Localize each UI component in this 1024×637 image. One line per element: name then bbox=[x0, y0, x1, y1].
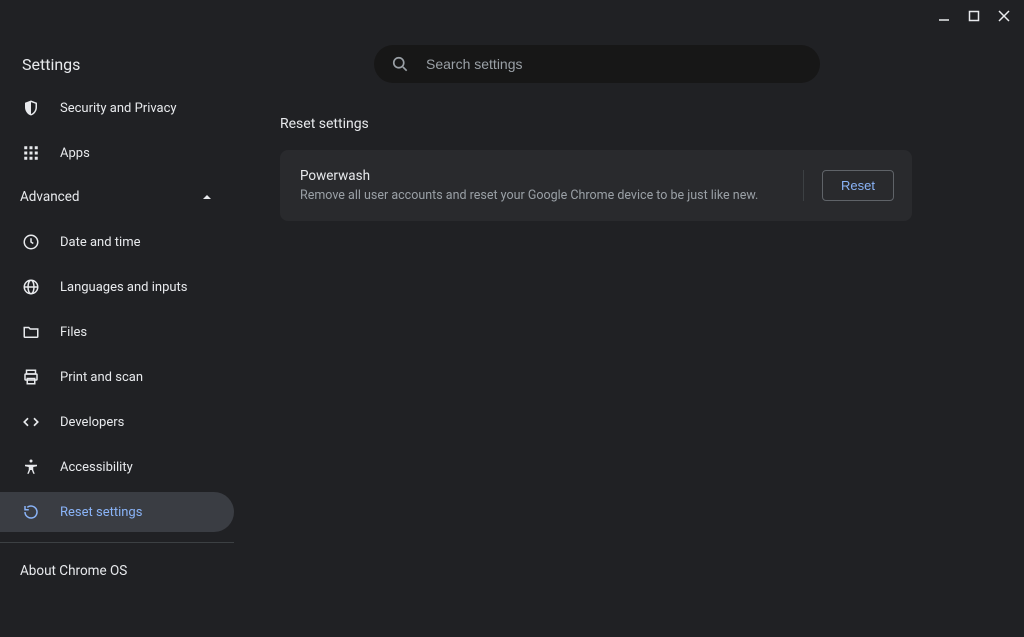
sidebar-item-label: Files bbox=[60, 325, 87, 340]
sidebar-item-label: Accessibility bbox=[60, 460, 133, 475]
minimize-button[interactable] bbox=[936, 8, 952, 24]
search-icon bbox=[390, 54, 410, 74]
divider bbox=[0, 542, 234, 543]
apps-grid-icon bbox=[22, 144, 40, 162]
card-description: Remove all user accounts and reset your … bbox=[300, 188, 758, 203]
sidebar-item-developers[interactable]: Developers bbox=[0, 402, 234, 442]
sidebar-item-label: Developers bbox=[60, 415, 124, 430]
sidebar-item-files[interactable]: Files bbox=[0, 312, 234, 352]
sidebar-item-label: About Chrome OS bbox=[20, 563, 127, 579]
search-box[interactable] bbox=[374, 45, 820, 83]
section-header-label: Advanced bbox=[20, 189, 80, 205]
page-title: Settings bbox=[22, 55, 80, 74]
sidebar-item-languages[interactable]: Languages and inputs bbox=[0, 267, 234, 307]
shield-icon bbox=[22, 99, 40, 117]
advanced-section-toggle[interactable]: Advanced bbox=[0, 178, 234, 216]
print-icon bbox=[22, 368, 40, 386]
sidebar-item-security-privacy[interactable]: Security and Privacy bbox=[0, 88, 234, 128]
sidebar-item-apps[interactable]: Apps bbox=[0, 133, 234, 173]
maximize-button[interactable] bbox=[966, 8, 982, 24]
globe-icon bbox=[22, 278, 40, 296]
content-area: Reset settings Powerwash Remove all user… bbox=[280, 116, 912, 221]
sidebar-item-date-time[interactable]: Date and time bbox=[0, 222, 234, 262]
sidebar-item-reset-settings[interactable]: Reset settings bbox=[0, 492, 234, 532]
sidebar-item-label: Date and time bbox=[60, 235, 141, 250]
chevron-up-icon bbox=[202, 192, 212, 202]
sidebar-item-label: Apps bbox=[60, 146, 90, 161]
clock-icon bbox=[22, 233, 40, 251]
section-title: Reset settings bbox=[280, 116, 912, 132]
accessibility-icon bbox=[22, 458, 40, 476]
sidebar-item-accessibility[interactable]: Accessibility bbox=[0, 447, 234, 487]
folder-icon bbox=[22, 323, 40, 341]
search-input[interactable] bbox=[426, 56, 804, 72]
reset-button[interactable]: Reset bbox=[822, 170, 894, 201]
card-title: Powerwash bbox=[300, 168, 758, 184]
close-button[interactable] bbox=[996, 8, 1012, 24]
sidebar-item-label: Print and scan bbox=[60, 370, 143, 385]
sidebar-item-label: Languages and inputs bbox=[60, 280, 188, 295]
sidebar-item-label: Security and Privacy bbox=[60, 101, 177, 116]
code-icon bbox=[22, 413, 40, 431]
sidebar: Security and Privacy Apps Advanced Date … bbox=[0, 88, 234, 589]
sidebar-item-about[interactable]: About Chrome OS bbox=[0, 553, 234, 589]
reset-icon bbox=[22, 503, 40, 521]
sidebar-item-print-scan[interactable]: Print and scan bbox=[0, 357, 234, 397]
powerwash-card: Powerwash Remove all user accounts and r… bbox=[280, 150, 912, 221]
sidebar-item-label: Reset settings bbox=[60, 505, 142, 520]
